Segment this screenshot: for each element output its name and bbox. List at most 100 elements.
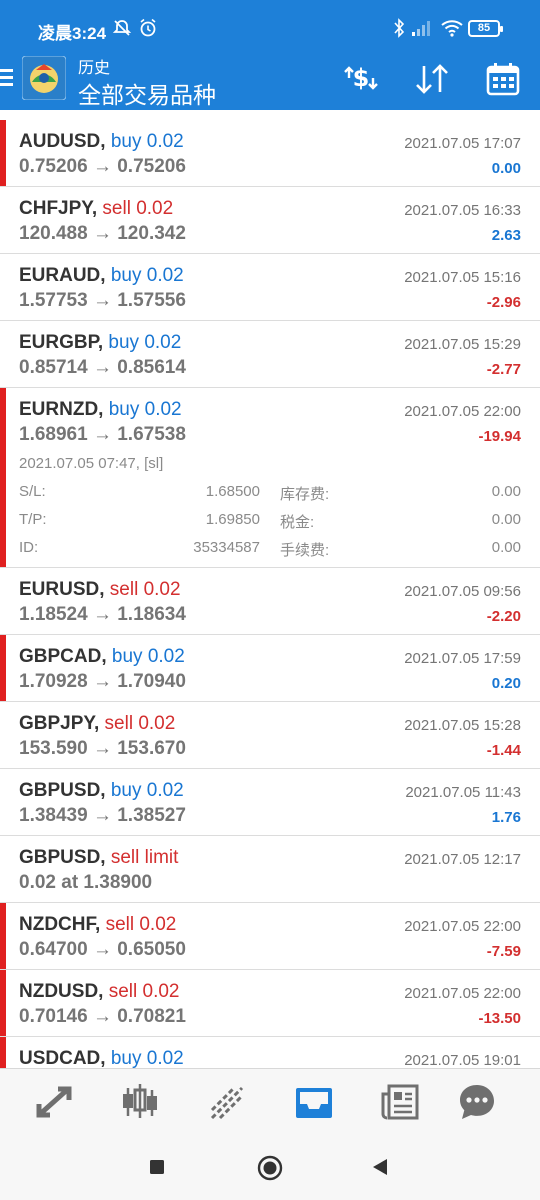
trade-datetime: 2021.07.05 22:00 (404, 985, 521, 1002)
trade-datetime: 2021.07.05 17:07 (404, 135, 521, 152)
status-time: 凌晨3:24 (38, 24, 107, 43)
trade-symbol: EURAUD, (19, 265, 106, 286)
trade-side: sell 0.02 (108, 981, 180, 1002)
trade-row-expanded[interactable]: EURNZD, buy 0.02 1.68961 → 1.67538 2021.… (0, 388, 540, 568)
trade-symbol-line: GBPJPY, sell 0.02 (19, 713, 175, 735)
tp-value: 1.69850 (205, 511, 260, 528)
trade-profit: -13.50 (478, 1010, 521, 1027)
menu-icon[interactable] (0, 66, 16, 90)
row-marker (0, 970, 6, 1036)
chart-candles-icon[interactable] (120, 1082, 160, 1122)
trade-profit: 0.00 (491, 160, 521, 177)
calendar-icon[interactable] (485, 61, 521, 97)
trade-icon[interactable] (208, 1082, 248, 1122)
status-bar: 凌晨3:24 85 (0, 0, 540, 48)
order-row[interactable]: GBPUSD, sell limit 0.02 at 1.38900 2021.… (0, 836, 540, 903)
trade-side: sell 0.02 (105, 914, 177, 935)
trade-profit: 2.63 (491, 227, 521, 244)
trade-price: 120.488 → 120.342 (19, 223, 186, 244)
trade-symbol-line: USDCAD, buy 0.02 (19, 1048, 184, 1068)
currency-exchange-icon[interactable]: $ (342, 61, 380, 95)
trade-row[interactable]: GBPJPY, sell 0.02 153.590 → 153.670 2021… (0, 702, 540, 769)
trade-side: buy 0.02 (108, 399, 182, 420)
trade-symbol: NZDUSD, (19, 981, 104, 1002)
trade-price: 0.02 at 1.38900 (19, 872, 153, 893)
trade-row[interactable]: NZDCHF, sell 0.02 0.64700 → 0.65050 2021… (0, 903, 540, 970)
trade-price: 0.70146 → 0.70821 (19, 1006, 186, 1027)
recents-button-icon[interactable] (149, 1159, 165, 1175)
trade-symbol-line: CHFJPY, sell 0.02 (19, 198, 173, 220)
trade-datetime: 2021.07.05 16:33 (404, 202, 521, 219)
system-navigation-bar (0, 1136, 540, 1200)
trade-price: 1.68961 → 1.67538 (19, 424, 186, 445)
news-icon[interactable] (380, 1082, 420, 1122)
history-list[interactable]: AUDUSD, buy 0.02 0.75206 → 0.75206 2021.… (0, 120, 540, 1068)
trade-side: sell 0.02 (102, 198, 174, 219)
trade-profit: -2.96 (486, 294, 521, 311)
trade-symbol-line: GBPUSD, buy 0.02 (19, 780, 184, 802)
swap-label: 库存费: (280, 486, 330, 503)
trade-row[interactable]: USDCAD, buy 0.02 2021.07.05 19:01 (0, 1037, 540, 1068)
signal-icon (412, 21, 430, 36)
swap-value: 0.00 (491, 483, 521, 500)
trade-row[interactable]: GBPCAD, buy 0.02 1.70928 → 1.70940 2021.… (0, 635, 540, 702)
trade-symbol: CHFJPY, (19, 198, 98, 219)
trade-row[interactable]: CHFJPY, sell 0.02 120.488 → 120.342 2021… (0, 187, 540, 254)
svg-text:$: $ (353, 64, 370, 92)
trade-symbol: EURUSD, (19, 579, 105, 600)
trade-side: buy 0.02 (111, 646, 185, 667)
app-logo-icon[interactable] (22, 56, 66, 100)
trade-price: 153.590 → 153.670 (19, 738, 186, 759)
trade-datetime: 2021.07.05 11:43 (405, 784, 521, 801)
trade-datetime: 2021.07.05 17:59 (404, 650, 521, 667)
trade-row[interactable]: GBPUSD, buy 0.02 1.38439 → 1.38527 2021.… (0, 769, 540, 836)
trade-symbol-line: EURNZD, buy 0.02 (19, 399, 182, 421)
row-marker (0, 120, 6, 186)
trade-price: 0.64700 → 0.65050 (19, 939, 186, 960)
trade-profit: 0.20 (491, 675, 521, 692)
trade-symbol-line: EURUSD, sell 0.02 (19, 579, 181, 601)
trade-profit: -1.44 (486, 742, 521, 759)
trade-row[interactable]: EURUSD, sell 0.02 1.18524 → 1.18634 2021… (0, 568, 540, 635)
trade-side: sell 0.02 (104, 713, 176, 734)
sort-icon[interactable] (413, 61, 451, 97)
trade-symbol: GBPUSD, (19, 847, 106, 868)
trade-symbol-line: NZDCHF, sell 0.02 (19, 914, 176, 936)
quotes-icon[interactable] (34, 1082, 74, 1122)
fee-label: 手续费: (280, 542, 330, 559)
trade-side: sell limit (110, 847, 179, 868)
trade-price: 1.70928 → 1.70940 (19, 671, 186, 692)
trade-price: 1.18524 → 1.18634 (19, 604, 186, 625)
trade-profit: 1.76 (491, 809, 521, 826)
trade-datetime: 2021.07.05 12:17 (404, 851, 521, 868)
trade-price: 1.57753 → 1.57556 (19, 290, 186, 311)
page-title[interactable]: 全部交易品种 (78, 76, 216, 110)
alarm-icon (140, 18, 156, 37)
id-label: ID: (19, 539, 39, 556)
trade-side: buy 0.02 (110, 131, 184, 152)
row-marker (0, 1037, 6, 1068)
home-button-icon[interactable] (257, 1155, 283, 1181)
trade-row[interactable]: EURGBP, buy 0.02 0.85714 → 0.85614 2021.… (0, 321, 540, 388)
trade-datetime: 2021.07.05 09:56 (404, 583, 521, 600)
trade-row[interactable]: AUDUSD, buy 0.02 0.75206 → 0.75206 2021.… (0, 120, 540, 187)
trade-symbol-line: AUDUSD, buy 0.02 (19, 131, 184, 153)
trade-row[interactable]: EURAUD, buy 0.02 1.57753 → 1.57556 2021.… (0, 254, 540, 321)
notifications-off-icon (112, 20, 132, 36)
trade-symbol: NZDCHF, (19, 914, 101, 935)
sl-value: 1.68500 (205, 483, 260, 500)
trade-row[interactable]: NZDUSD, sell 0.02 0.70146 → 0.70821 2021… (0, 970, 540, 1037)
bluetooth-icon (394, 18, 405, 38)
chat-icon[interactable] (457, 1082, 497, 1122)
trade-profit: -2.77 (486, 361, 521, 378)
app-bar: 历史 全部交易品种 $ (0, 48, 540, 110)
app-subtitle: 历史 (78, 60, 111, 77)
trade-profit: -7.59 (486, 943, 521, 960)
back-button-icon[interactable] (371, 1158, 389, 1176)
trade-symbol: EURNZD, (19, 399, 104, 420)
history-inbox-icon[interactable] (294, 1082, 334, 1122)
trade-datetime: 2021.07.05 19:01 (404, 1052, 521, 1068)
trade-datetime: 2021.07.05 15:16 (404, 269, 521, 286)
trade-symbol-line: NZDUSD, sell 0.02 (19, 981, 180, 1003)
trade-symbol: GBPJPY, (19, 713, 100, 734)
